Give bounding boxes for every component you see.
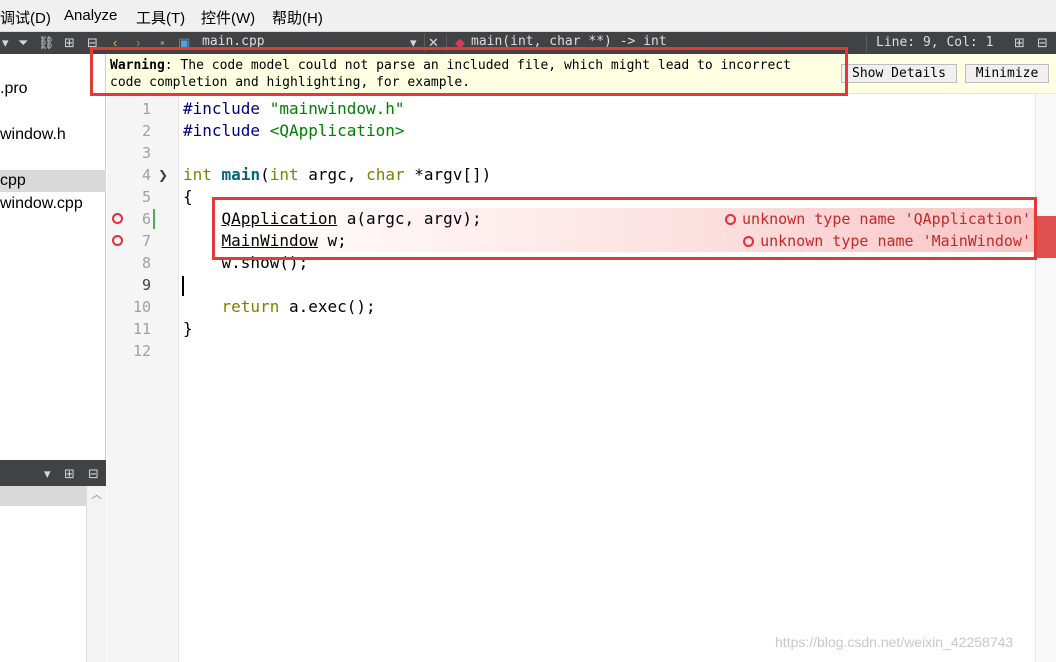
fold-chevron-icon[interactable]: ❯	[158, 164, 168, 186]
line-number-gutter: 1 2 3 4 5 6 7 8 9 10 11 12 ❯	[107, 94, 179, 662]
close-pane-icon[interactable]: ⊟	[88, 464, 99, 484]
line-number: 5	[141, 188, 151, 206]
code-text: #include <QApplication>	[183, 121, 405, 140]
change-indicator	[153, 209, 155, 229]
line-number: 3	[141, 144, 151, 162]
close-pane-icon[interactable]: ⊟	[87, 33, 98, 53]
dropdown-arrow-icon[interactable]: ▾	[2, 33, 9, 53]
error-circle-icon	[725, 214, 737, 225]
code-line-5: {	[183, 186, 193, 208]
link-icon[interactable]: ⛓	[38, 33, 55, 53]
line-column-indicator[interactable]: Line: 9, Col: 1	[876, 35, 993, 50]
line-number: 11	[132, 320, 151, 338]
warning-banner: Warning: The code model could not parse …	[107, 54, 1056, 94]
code-line-4: int main(int argc, char *argv[])	[183, 164, 491, 186]
warning-text-line1: : The code model could not parse an incl…	[164, 58, 791, 73]
split-icon[interactable]: ⊞	[64, 464, 75, 484]
chevron-down-icon[interactable]: ▾	[410, 33, 417, 53]
tree-item-pro[interactable]: .pro	[0, 78, 106, 100]
watermark: https://blog.csdn.net/weixin_42258743	[775, 634, 1014, 650]
toolbar-divider	[446, 34, 447, 52]
close-file-icon[interactable]: ✕	[428, 33, 439, 53]
code-area[interactable]: #include "mainwindow.h" #include <QAppli…	[183, 94, 1035, 662]
menu-analyze[interactable]: Analyze	[64, 7, 117, 24]
code-line-11: }	[183, 318, 193, 340]
code-line-6: QApplication a(argc, argv);	[183, 208, 482, 230]
code-line-7: MainWindow w;	[183, 230, 347, 252]
function-symbol-icon: ◆	[455, 35, 465, 50]
error-annotation[interactable]: unknown type name 'MainWindow'	[743, 230, 1031, 252]
code-line-8: w.show();	[183, 252, 309, 274]
menu-bar: 调试(D) Analyze 工具(T) 控件(W) 帮助(H)	[0, 0, 1056, 32]
error-scroll-marker[interactable]	[1036, 216, 1056, 258]
line-number: 10	[132, 298, 151, 316]
error-message: unknown type name 'MainWindow'	[760, 232, 1031, 250]
code-text: MainWindow w;	[221, 231, 347, 250]
open-documents-list: ︿	[0, 486, 106, 662]
code-text: #include "mainwindow.h"	[183, 99, 405, 118]
code-line-10: return a.exec();	[183, 296, 376, 318]
minimize-button[interactable]: Minimize	[965, 64, 1049, 83]
line-number: 1	[141, 100, 151, 118]
code-text: QApplication a(argc, argv);	[221, 209, 482, 228]
menu-debug[interactable]: 调试(D)	[0, 7, 51, 28]
toolbar-divider	[866, 34, 867, 52]
error-message: unknown type name 'QApplication'	[742, 210, 1031, 228]
error-marker-icon[interactable]	[112, 213, 123, 224]
back-icon[interactable]: ‹	[113, 33, 117, 53]
warning-text-line2: code completion and highlighting, for ex…	[110, 75, 471, 90]
split-icon[interactable]: ⊞	[64, 33, 75, 53]
code-text: return a.exec();	[221, 297, 376, 316]
cpp-file-icon: ▣	[178, 35, 191, 50]
menu-help[interactable]: 帮助(H)	[272, 7, 323, 28]
menu-controls[interactable]: 控件(W)	[201, 7, 255, 28]
close-split-icon[interactable]: ⊟	[1037, 33, 1048, 53]
code-text: int main(int argc, char *argv[])	[183, 165, 492, 184]
chevron-down-icon[interactable]: ▾	[44, 464, 51, 484]
warning-label: Warning	[110, 58, 165, 73]
line-number: 2	[141, 122, 151, 140]
symbol-selector[interactable]: main(int, char **) -> int	[471, 34, 667, 49]
scroll-up-icon[interactable]: ︿	[91, 486, 102, 502]
code-line-1: #include "mainwindow.h"	[183, 98, 405, 120]
sidebar-scrollbar[interactable]: ︿	[86, 486, 106, 662]
split-icon[interactable]: ⊞	[1014, 33, 1025, 53]
error-circle-icon	[743, 236, 755, 247]
open-documents-header: ▾ ⊞ ⊟	[0, 460, 106, 486]
toolbar-divider	[424, 34, 425, 52]
text-cursor	[182, 276, 184, 296]
open-file-selector[interactable]: main.cpp	[202, 34, 265, 49]
warning-message: Warning: The code model could not parse …	[110, 57, 791, 91]
lock-icon: ▪	[160, 35, 165, 50]
tree-item-header[interactable]: window.h	[0, 124, 106, 146]
editor-scrollbar[interactable]	[1035, 94, 1056, 662]
code-text: }	[183, 319, 193, 338]
error-annotation[interactable]: unknown type name 'QApplication'	[725, 208, 1031, 230]
tree-item-window-cpp[interactable]: window.cpp	[0, 193, 106, 215]
tree-item-main-cpp[interactable]: cpp	[0, 170, 106, 192]
current-line-number: 9	[141, 276, 151, 294]
line-number: 8	[141, 254, 151, 272]
code-line-2: #include <QApplication>	[183, 120, 405, 142]
code-text: w.show();	[183, 253, 309, 272]
menu-tools[interactable]: 工具(T)	[136, 7, 185, 28]
error-marker-icon[interactable]	[112, 235, 123, 246]
open-document-item[interactable]	[0, 486, 86, 506]
filter-icon[interactable]: ⏷	[18, 33, 28, 53]
line-number: 4	[141, 166, 151, 184]
forward-icon[interactable]: ›	[136, 33, 140, 53]
code-editor: Warning: The code model could not parse …	[107, 54, 1056, 662]
project-tree: .pro window.h cpp window.cpp	[0, 54, 106, 460]
show-details-button[interactable]: Show Details	[841, 64, 957, 83]
code-text: {	[183, 187, 193, 206]
line-number: 12	[132, 342, 151, 360]
editor-toolbar: ▾ ⏷ ⛓ ⊞ ⊟ ‹ › ▪ ▣ main.cpp ▾ ✕ ◆ main(in…	[0, 32, 1056, 54]
